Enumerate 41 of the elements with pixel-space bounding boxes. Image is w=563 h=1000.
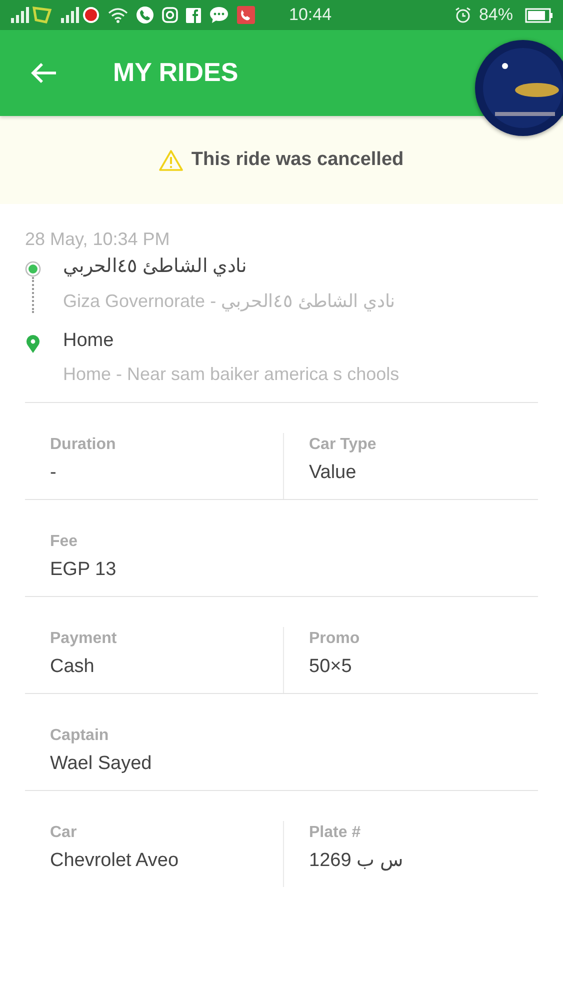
detail-value: 50×5 (309, 655, 353, 679)
pickup-dot-icon (25, 261, 41, 277)
location-pin-icon (25, 334, 41, 352)
detail-label: Car Type (309, 435, 378, 455)
detail-value: Chevrolet Aveo (50, 849, 180, 873)
detail-label: Promo (309, 629, 361, 649)
detail-label: Payment (50, 629, 118, 649)
place-name: Home (63, 328, 115, 352)
place-address: Home - Near sam baiker america s chools (63, 363, 400, 386)
camera-app-icon (162, 7, 178, 23)
detail-label: Captain (50, 726, 110, 746)
signal-icon (10, 7, 32, 23)
wifi-icon (108, 7, 128, 23)
battery-icon (525, 8, 553, 22)
detail-value: EGP 13 (50, 558, 118, 582)
ride-datetime: 28 May, 10:34 PM (25, 228, 171, 251)
detail-label: Plate # (309, 823, 362, 843)
detail-value: 1269 س ب (309, 849, 404, 873)
phone-app-icon (136, 6, 154, 24)
place-name: نادي الشاطئ ٤٥الحربي (63, 255, 248, 279)
place-address: Giza Governorate - نادي الشاطئ ٤٥الحربي (63, 290, 396, 314)
chat-icon (209, 6, 229, 24)
signal-icon (60, 7, 82, 23)
detail-value: Cash (50, 655, 96, 679)
carrier-logo-icon (32, 6, 52, 24)
alarm-icon (454, 7, 471, 23)
detail-value: - (50, 461, 58, 485)
social-app-icon (186, 8, 201, 22)
missed-call-icon (237, 6, 255, 24)
battery-percent: 84% (478, 4, 513, 26)
detail-label: Car (50, 823, 78, 843)
detail-label: Duration (50, 435, 117, 455)
clock-time: 10:44 (289, 4, 332, 26)
page-title: MY RIDES (113, 57, 238, 89)
detail-value: Value (309, 461, 358, 485)
detail-label: Fee (50, 532, 79, 552)
cancelled-notice: This ride was cancelled (191, 148, 404, 172)
back-arrow-icon[interactable] (31, 62, 57, 84)
carrier-logo-icon (82, 6, 100, 24)
detail-value: Wael Sayed (50, 752, 153, 776)
warning-icon (159, 149, 184, 171)
